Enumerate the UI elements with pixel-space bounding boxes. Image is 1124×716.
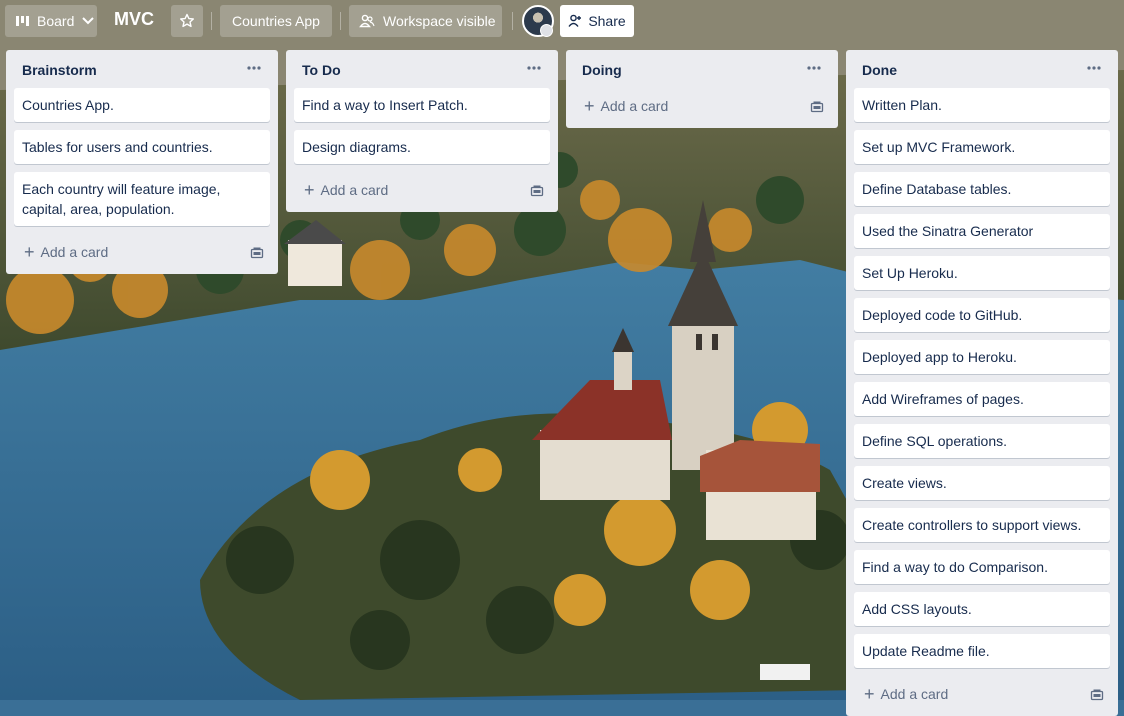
- card[interactable]: Find a way to do Comparison.: [854, 550, 1110, 584]
- card[interactable]: Find a way to Insert Patch.: [294, 88, 550, 122]
- create-from-template-button[interactable]: [1090, 688, 1104, 705]
- list-menu-button[interactable]: [802, 56, 826, 80]
- card[interactable]: Create views.: [854, 466, 1110, 500]
- header-divider: [340, 12, 341, 30]
- create-from-template-button[interactable]: [530, 184, 544, 201]
- card-composer: + Add a card: [14, 234, 270, 274]
- more-icon: [807, 66, 821, 70]
- list-brainstorm: Brainstorm Countries App. Tables for users…: [6, 50, 278, 274]
- card[interactable]: Each country will feature image, capital…: [14, 172, 270, 226]
- add-card-label: Add a card: [600, 98, 669, 114]
- star-icon: [180, 13, 194, 28]
- card-template-icon: [810, 101, 824, 113]
- card[interactable]: Design diagrams.: [294, 130, 550, 164]
- card[interactable]: Define Database tables.: [854, 172, 1110, 206]
- workspace-button[interactable]: Countries App: [220, 5, 332, 37]
- list-done: Done Written Plan. Set up MVC Framework. De…: [846, 50, 1118, 716]
- list-header: To Do: [294, 50, 550, 88]
- create-from-template-button[interactable]: [810, 100, 824, 117]
- visibility-label: Workspace visible: [383, 13, 496, 29]
- board-title[interactable]: MVC: [114, 9, 154, 30]
- card[interactable]: Deployed code to GitHub.: [854, 298, 1110, 332]
- card[interactable]: Create controllers to support views.: [854, 508, 1110, 542]
- workspace-label: Countries App: [232, 13, 320, 29]
- more-icon: [247, 66, 261, 70]
- plus-icon: +: [584, 96, 595, 116]
- card[interactable]: Set Up Heroku.: [854, 256, 1110, 290]
- card-composer: + Add a card: [574, 88, 830, 128]
- list-header: Brainstorm: [14, 50, 270, 88]
- card[interactable]: Used the Sinatra Generator: [854, 214, 1110, 248]
- share-button[interactable]: Share: [560, 5, 634, 37]
- list-header: Doing: [574, 50, 830, 88]
- add-person-icon: [568, 14, 582, 27]
- card[interactable]: Deployed app to Heroku.: [854, 340, 1110, 374]
- admin-badge-icon: [540, 24, 553, 37]
- card[interactable]: Define SQL operations.: [854, 424, 1110, 458]
- board-header: Board MVC Countries App Workspace visibl…: [0, 0, 1124, 42]
- header-divider: [211, 12, 212, 30]
- card-template-icon: [530, 185, 544, 197]
- card[interactable]: Countries App.: [14, 88, 270, 122]
- header-divider: [512, 12, 513, 30]
- list-title[interactable]: Doing: [582, 62, 622, 78]
- create-from-template-button[interactable]: [250, 246, 264, 263]
- chevron-down-icon: [82, 17, 95, 25]
- card-template-icon: [250, 247, 264, 259]
- list-doing: Doing + Add a card: [566, 50, 838, 128]
- add-card-label: Add a card: [320, 182, 389, 198]
- add-card-button[interactable]: + Add a card: [24, 242, 109, 262]
- list-header: Done: [854, 50, 1110, 88]
- card[interactable]: Set up MVC Framework.: [854, 130, 1110, 164]
- more-icon: [1087, 66, 1101, 70]
- more-icon: [527, 66, 541, 70]
- card-composer: + Add a card: [854, 676, 1110, 716]
- list-title[interactable]: Done: [862, 62, 897, 78]
- plus-icon: +: [304, 180, 315, 200]
- share-label: Share: [588, 13, 626, 29]
- list-menu-button[interactable]: [522, 56, 546, 80]
- card[interactable]: Written Plan.: [854, 88, 1110, 122]
- list-menu-button[interactable]: [242, 56, 266, 80]
- list-title[interactable]: To Do: [302, 62, 341, 78]
- plus-icon: +: [24, 242, 35, 262]
- list-title[interactable]: Brainstorm: [22, 62, 97, 78]
- list-menu-button[interactable]: [1082, 56, 1106, 80]
- list-to-do: To Do Find a way to Insert Patch. Design d…: [286, 50, 558, 212]
- board-icon: [16, 16, 29, 26]
- card[interactable]: Add Wireframes of pages.: [854, 382, 1110, 416]
- people-icon: [359, 14, 375, 28]
- visibility-button[interactable]: Workspace visible: [349, 5, 502, 37]
- star-button[interactable]: [171, 5, 203, 37]
- add-card-label: Add a card: [40, 244, 109, 260]
- card-composer: + Add a card: [294, 172, 550, 212]
- card[interactable]: Update Readme file.: [854, 634, 1110, 668]
- view-switcher-button[interactable]: Board: [5, 5, 97, 37]
- add-card-button[interactable]: + Add a card: [584, 96, 669, 116]
- card[interactable]: Tables for users and countries.: [14, 130, 270, 164]
- card[interactable]: Add CSS layouts.: [854, 592, 1110, 626]
- view-switcher-label: Board: [37, 13, 75, 29]
- add-card-button[interactable]: + Add a card: [304, 180, 389, 200]
